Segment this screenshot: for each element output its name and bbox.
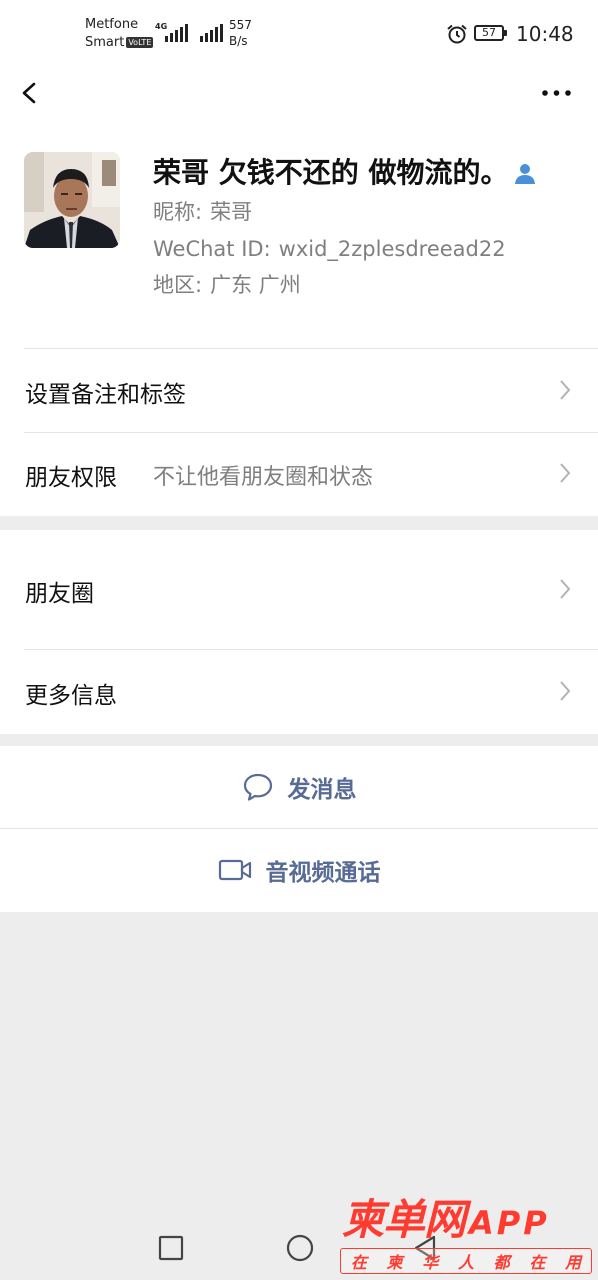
wechat-id-row: WeChat ID: wxid_2zplesdreead22: [153, 235, 506, 263]
moments-label: 朋友圈: [25, 581, 94, 607]
system-nav-bar: [0, 1210, 598, 1280]
carrier-name: Metfone: [85, 17, 139, 32]
wechat-id-value[interactable]: wxid_2zplesdreead22: [279, 237, 506, 261]
avatar[interactable]: [24, 152, 120, 248]
network-speed-unit: B/s: [229, 34, 248, 48]
nickname-row: 昵称: 荣哥: [153, 198, 252, 226]
chevron-right-icon: [560, 681, 571, 701]
nickname-label: 昵称:: [153, 200, 203, 224]
chevron-left-icon[interactable]: [18, 78, 44, 108]
battery-icon: 57: [474, 25, 507, 41]
send-message-button[interactable]: 发消息: [0, 746, 598, 828]
friend-permissions-value: 不让他看朋友圈和状态: [153, 465, 374, 490]
remarks-and-tags-label: 设置备注和标签: [25, 382, 186, 408]
divider: [24, 649, 598, 650]
region-value: 广东 广州: [210, 273, 301, 297]
divider: [24, 348, 598, 349]
divider: [24, 432, 598, 433]
wechat-id-label: WeChat ID:: [153, 237, 271, 261]
battery-level: 57: [482, 26, 496, 39]
profile-header: 荣哥 欠钱不还的 做物流的。 昵称: 荣哥 WeChat ID: wxid_2zpl…: [0, 120, 598, 348]
voice-video-call-label: 音视频通话: [265, 860, 381, 886]
video-camera-icon: [218, 859, 251, 881]
remarks-and-tags-row[interactable]: 设置备注和标签: [0, 348, 598, 432]
volte-badge: VoLTE: [126, 37, 154, 48]
carrier-plan: Smart: [85, 35, 125, 50]
recent-apps-icon[interactable]: [158, 1235, 184, 1261]
send-message-label: 发消息: [287, 777, 357, 803]
moments-row[interactable]: 朋友圈: [0, 530, 598, 649]
signal-strength-icon-2: [200, 24, 223, 42]
remark-name: 荣哥 欠钱不还的 做物流的。: [153, 156, 509, 189]
chevron-right-icon: [560, 380, 571, 400]
clock: 10:48: [516, 22, 574, 46]
remark-name-row: 荣哥 欠钱不还的 做物流的。: [153, 156, 537, 190]
voice-video-call-button[interactable]: 音视频通话: [0, 828, 598, 912]
network-speed-value: 557: [229, 18, 252, 32]
more-dots-icon[interactable]: [540, 82, 574, 102]
friend-permissions-label: 朋友权限: [25, 465, 117, 491]
nickname-value: 荣哥: [210, 200, 253, 224]
network-speed: 557 B/s: [229, 17, 252, 49]
status-bar: Metfone Smart VoLTE 4G 557 B/s 57 10:48: [0, 0, 598, 70]
carrier-info: Metfone Smart VoLTE: [85, 16, 154, 52]
more-info-label: 更多信息: [25, 683, 117, 709]
person-icon: [514, 164, 535, 184]
alarm-icon: [447, 24, 467, 44]
signal-strength-icon: [165, 24, 188, 42]
more-info-row[interactable]: 更多信息: [0, 649, 598, 734]
settings-group: 设置备注和标签 朋友权限 不让他看朋友圈和状态: [0, 348, 598, 516]
avatar-photo: [24, 152, 120, 248]
chevron-right-icon: [560, 579, 571, 599]
back-triangle-icon[interactable]: [412, 1234, 440, 1262]
moments-group: 朋友圈 更多信息: [0, 530, 598, 734]
region-label: 地区:: [153, 273, 203, 297]
chat-bubble-icon: [243, 773, 272, 801]
home-circle-icon[interactable]: [285, 1233, 315, 1263]
friend-permissions-row[interactable]: 朋友权限 不让他看朋友圈和状态: [0, 432, 598, 516]
top-nav-bar: [0, 70, 598, 120]
chevron-right-icon: [560, 463, 571, 483]
region-row: 地区: 广东 广州: [153, 271, 301, 299]
